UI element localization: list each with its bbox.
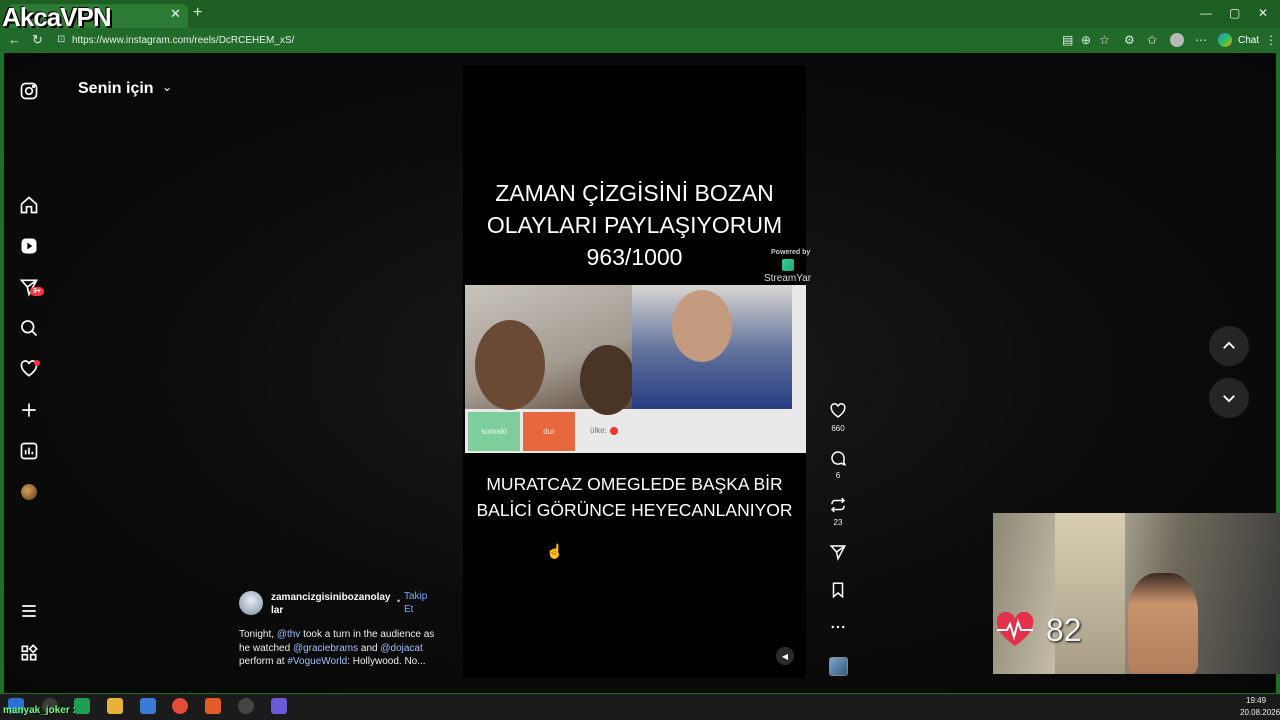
hand-cursor-icon: ☝ [546,543,564,559]
copilot-icon[interactable] [1218,33,1232,47]
url-field[interactable]: https://www.instagram.com/reels/DcRCEHEM… [72,35,294,46]
previous-reel-button[interactable] [1209,326,1249,366]
volume-icon[interactable]: ◀ [776,647,794,665]
favorite-star-icon[interactable]: ☆ [1099,33,1110,47]
site-info-icon[interactable]: ⊡ [57,34,65,45]
chevron-down-icon[interactable]: ⌄ [162,80,172,94]
stop-button: dur [523,412,575,451]
headline-line: OLAYLARI PAYLAŞIYORUM [486,212,783,238]
webcam-background-door [1055,513,1125,674]
clock-time[interactable]: 19:49 [1246,696,1266,705]
streamyard-logo-icon [782,259,794,271]
repost-icon[interactable] [828,495,848,515]
caption-mention-link[interactable]: @thv [277,629,301,640]
person-right-head [672,290,732,362]
author-username[interactable]: zamancizgisinibozanolaylar [271,591,393,617]
instagram-logo-icon[interactable] [18,80,40,102]
profile-avatar[interactable] [21,484,37,500]
notification-dot [34,360,40,366]
chat-username-overlay: manyak_joker : [3,705,76,716]
discord-taskbar-icon[interactable] [271,698,287,714]
obs-taskbar-icon[interactable] [238,698,254,714]
edge-taskbar-icon[interactable] [74,698,90,714]
caption-mention-link[interactable]: #VogueWorld [287,656,347,667]
caption-line: MURATCAZ OMEGLEDE BAŞKA BİR [486,474,783,494]
apps-grid-icon[interactable] [18,642,40,664]
heart-rate-value: 82 [1046,612,1082,648]
chat-button[interactable]: Chat [1238,35,1259,46]
reel-headline-text: ZAMAN ÇİZGİSİNİ BOZAN OLAYLARI PAYLAŞIYO… [463,177,806,273]
screen: AkcaVPN ✕ + — ▢ ✕ ← ↻ ⊡ https://www.inst… [0,0,1280,720]
original-audio-thumbnail[interactable] [829,657,848,676]
save-bookmark-icon[interactable] [828,580,848,600]
follow-button[interactable]: Takip Et [404,590,434,616]
person-left [475,320,545,410]
home-icon[interactable] [18,194,40,216]
reel-caption-text: MURATCAZ OMEGLEDE BAŞKA BİR BALİCİ GÖRÜN… [463,471,806,523]
right-camera-feed [632,285,792,409]
comment-count: 6 [835,471,841,480]
next-button: sonraki [468,412,520,451]
caption-mention-link[interactable]: @dojacat [380,643,422,654]
notification-badge: 9+ [30,287,44,296]
zoom-icon[interactable]: ⊕ [1081,33,1091,47]
streamer-webcam-overlay [993,513,1280,674]
new-tab-icon[interactable]: + [193,4,202,22]
file-explorer-icon[interactable] [107,698,123,714]
comment-icon[interactable] [828,448,848,468]
browser-menu-icon[interactable]: ⋮ [1265,33,1277,47]
tab-close-icon[interactable]: ✕ [170,6,181,22]
left-camera-feed [465,285,635,415]
split-screen-icon[interactable]: ▤ [1062,33,1073,47]
repost-count: 23 [833,518,843,527]
extension-icon[interactable]: ⚙ [1124,33,1135,47]
maximize-button[interactable]: ▢ [1229,6,1240,20]
person-middle [580,345,635,415]
streamyard-label: StreamYar [764,273,812,284]
like-count: 660 [831,424,845,433]
search-icon[interactable] [18,317,40,339]
caption-mention-link[interactable]: @graciebrams [293,643,358,654]
video-call-frame: sonraki dur ülke: [465,285,806,453]
separator-dot: • [397,596,401,606]
browser-profile-avatar[interactable] [1170,33,1184,47]
brave-taskbar-icon[interactable] [205,698,221,714]
headline-line: ZAMAN ÇİZGİSİNİ BOZAN [495,180,774,206]
minimize-button[interactable]: — [1200,6,1212,20]
collections-icon[interactable]: ✩ [1147,33,1157,47]
caption-text: Tonight, [239,629,277,640]
windows-taskbar [0,694,1280,720]
caption-text: : Hollywood. No... [347,656,426,667]
next-reel-button[interactable] [1209,378,1249,418]
headline-counter: 963/1000 [586,244,683,270]
caption-line: BALİCİ GÖRÜNCE HEYECANLANIYOR [476,500,793,520]
chrome-taskbar-icon[interactable] [172,698,188,714]
post-caption[interactable]: Tonight, @thv took a turn in the audienc… [239,628,444,669]
share-icon[interactable] [828,542,848,562]
clock-date[interactable]: 20.08.2026 [1240,708,1280,717]
webcam-streamer [1128,573,1198,674]
reload-icon[interactable]: ↻ [32,32,43,48]
app-taskbar-icon[interactable] [140,698,156,714]
heart-rate-icon [996,612,1034,646]
caption-text: and [358,642,381,654]
dashboard-icon[interactable] [18,440,40,462]
more-hamburger-icon[interactable] [18,600,40,622]
country-label: ülke: [590,426,607,435]
more-menu-icon[interactable]: ⋯ [1195,33,1207,47]
more-options-icon[interactable] [828,617,848,637]
like-heart-icon[interactable] [828,401,848,421]
powered-by-label: Powered by [771,249,811,256]
back-arrow-icon[interactable]: ← [8,32,21,47]
author-avatar[interactable] [239,591,263,615]
flag-icon [610,427,618,435]
caption-text: perform at [239,656,288,667]
feed-selector-title[interactable]: Senin için [78,80,154,98]
browser-tab-strip [0,0,1280,28]
create-plus-icon[interactable] [18,399,40,421]
window-close-button[interactable]: ✕ [1258,6,1268,20]
reels-icon[interactable] [18,235,40,257]
